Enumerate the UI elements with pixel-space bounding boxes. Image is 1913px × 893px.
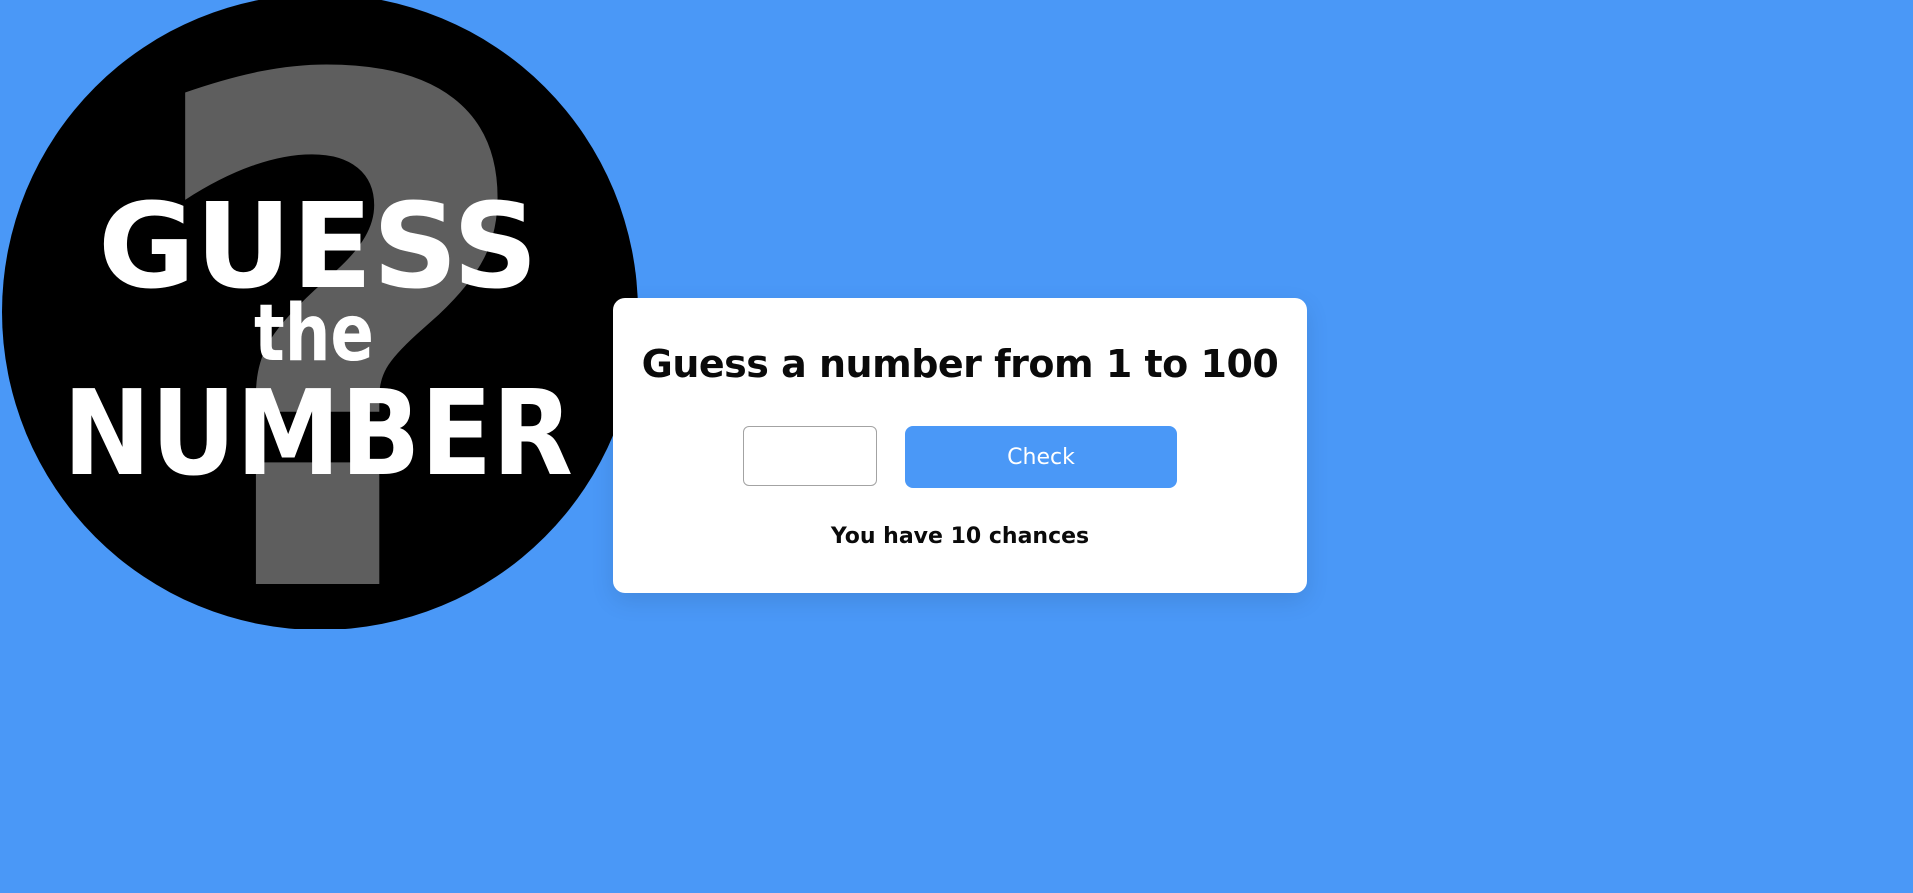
guess-input[interactable] xyxy=(743,426,877,486)
game-card: Guess a number from 1 to 100 Check You h… xyxy=(613,298,1307,593)
check-button[interactable]: Check xyxy=(905,426,1177,488)
guess-the-number-logo: ? GUESS the NUMBER xyxy=(0,0,640,629)
chances-text: You have 10 chances xyxy=(830,524,1090,549)
logo-text-number: NUMBER xyxy=(63,364,573,502)
game-heading: Guess a number from 1 to 100 xyxy=(641,342,1279,386)
